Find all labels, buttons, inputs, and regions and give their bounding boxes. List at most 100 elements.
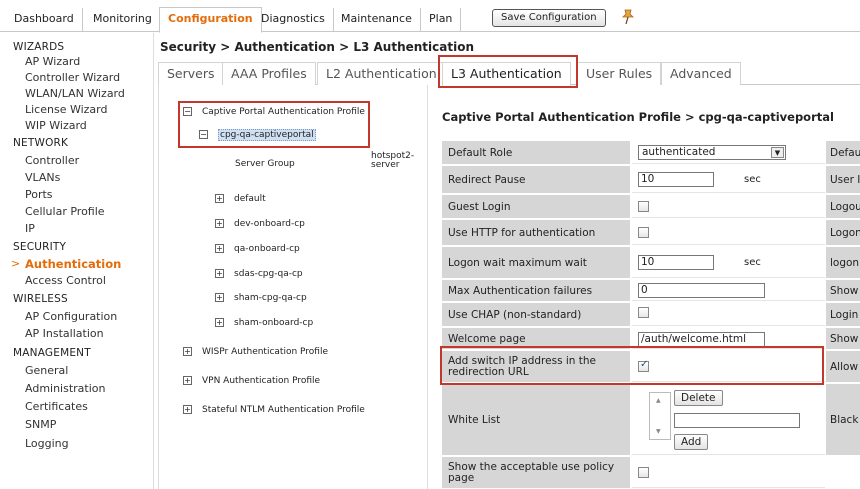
tree-node-default[interactable]: + default: [215, 194, 266, 204]
tab-diagnostics[interactable]: Diagnostics: [253, 8, 334, 32]
row-welcome-page: Welcome page /auth/welcome.html Show: [442, 328, 860, 350]
right-col-label: Black: [826, 384, 860, 455]
label-guest-login: Guest Login: [442, 195, 631, 218]
right-col-label: Logou: [826, 195, 860, 218]
sidebar-item-controller[interactable]: Controller: [25, 154, 79, 167]
sidebar-item-wip-wizard[interactable]: WIP Wizard: [25, 119, 87, 132]
value-cell: [632, 457, 825, 488]
sidebar-item-vlans[interactable]: VLANs: [25, 171, 60, 184]
sidebar-item-authentication[interactable]: Authentication: [25, 257, 121, 271]
expand-icon[interactable]: +: [183, 405, 192, 414]
sidebar-item-ip[interactable]: IP: [25, 222, 35, 235]
use-chap-checkbox[interactable]: [638, 307, 649, 318]
label-redirect-pause: Redirect Pause: [442, 166, 631, 193]
tree-node-dev-onboard-cp[interactable]: + dev-onboard-cp: [215, 219, 305, 229]
tab-l2-authentication[interactable]: L2 Authentication: [317, 62, 446, 85]
sidebar-item-ports[interactable]: Ports: [25, 188, 53, 201]
tab-user-rules[interactable]: User Rules: [577, 62, 662, 85]
welcome-page-input[interactable]: /auth/welcome.html: [638, 332, 765, 347]
sidebar-item-wlan-lan-wizard[interactable]: WLAN/LAN Wizard: [25, 87, 125, 100]
sidebar-item-certificates[interactable]: Certificates: [25, 400, 88, 413]
sidebar-item-administration[interactable]: Administration: [25, 382, 106, 395]
add-switch-ip-checkbox[interactable]: [638, 359, 649, 372]
unit-label: sec: [744, 257, 761, 268]
guest-login-checkbox[interactable]: [638, 201, 649, 212]
tree-node-label: WISPr Authentication Profile: [202, 347, 329, 357]
tab-advanced[interactable]: Advanced: [661, 62, 741, 85]
sidebar-item-logging[interactable]: Logging: [25, 437, 69, 450]
sidebar-header-network: NETWORK: [13, 137, 69, 149]
pin-icon[interactable]: [621, 8, 635, 26]
tab-configuration[interactable]: Configuration: [159, 7, 262, 33]
expand-icon[interactable]: +: [215, 293, 224, 302]
tab-maintenance[interactable]: Maintenance: [333, 8, 421, 32]
tab-plan[interactable]: Plan: [421, 8, 462, 32]
logon-wait-input[interactable]: 10: [638, 255, 714, 270]
tree-node-sham-onboard-cp[interactable]: + sham-onboard-cp: [215, 318, 313, 328]
sidebar-item-ap-installation[interactable]: AP Installation: [25, 327, 104, 340]
unit-label: sec: [744, 174, 761, 185]
tree-node-selected-profile[interactable]: − cpg-qa-captiveportal: [199, 129, 316, 141]
tree-node-label: sham-cpg-qa-cp: [234, 293, 307, 303]
tree-node-sham-cpg-qa-cp[interactable]: + sham-cpg-qa-cp: [215, 293, 307, 303]
tab-monitoring[interactable]: Monitoring: [85, 8, 161, 32]
sidebar-item-ap-configuration[interactable]: AP Configuration: [25, 310, 117, 323]
right-col-label: Show: [826, 328, 860, 349]
row-show-aup: Show the acceptable use policy page: [442, 457, 860, 489]
tree-node-sdas-cpg-qa-cp[interactable]: + sdas-cpg-qa-cp: [215, 269, 303, 279]
expand-icon[interactable]: +: [183, 376, 192, 385]
scroll-up-icon[interactable]: ▲: [656, 397, 661, 404]
chevron-down-icon[interactable]: ▼: [771, 147, 784, 158]
expand-icon[interactable]: +: [215, 269, 224, 278]
collapse-icon[interactable]: −: [199, 130, 208, 139]
right-col-label: Defau: [826, 141, 860, 164]
white-list-listbox[interactable]: ▲ ▼: [649, 392, 671, 440]
delete-button[interactable]: Delete: [674, 390, 723, 406]
sidebar-item-snmp[interactable]: SNMP: [25, 418, 56, 431]
redirect-pause-input[interactable]: 10: [638, 172, 714, 187]
label-logon-wait: Logon wait maximum wait: [442, 247, 631, 278]
tab-l3-authentication[interactable]: L3 Authentication: [442, 62, 571, 86]
sidebar-item-controller-wizard[interactable]: Controller Wizard: [25, 71, 120, 84]
expand-icon[interactable]: +: [215, 194, 224, 203]
save-configuration-button[interactable]: Save Configuration: [492, 9, 606, 27]
server-group-value-line-2: server: [371, 160, 400, 170]
label-use-chap: Use CHAP (non-standard): [442, 303, 631, 326]
show-aup-checkbox[interactable]: [638, 467, 649, 478]
right-col-label: logon thresh: [826, 247, 860, 278]
tab-servers[interactable]: Servers: [158, 62, 224, 85]
scroll-down-icon[interactable]: ▼: [656, 428, 661, 435]
tree-node-label: sham-onboard-cp: [234, 318, 314, 328]
tree-node-ntlm[interactable]: + Stateful NTLM Authentication Profile: [183, 405, 365, 415]
sidebar-item-license-wizard[interactable]: License Wizard: [25, 103, 107, 116]
tab-dashboard[interactable]: Dashboard: [6, 8, 83, 32]
sidebar-item-access-control[interactable]: Access Control: [25, 274, 106, 287]
tree-node-captive-portal[interactable]: − Captive Portal Authentication Profile: [183, 107, 365, 117]
tree-node-label: Stateful NTLM Authentication Profile: [202, 405, 365, 415]
collapse-icon[interactable]: −: [183, 107, 192, 116]
expand-icon[interactable]: +: [183, 347, 192, 356]
max-auth-input[interactable]: 0: [638, 283, 765, 298]
label-white-list: White List: [442, 384, 631, 455]
expand-icon[interactable]: +: [215, 244, 224, 253]
white-list-input[interactable]: [674, 413, 800, 428]
tree-node-vpn[interactable]: + VPN Authentication Profile: [183, 376, 320, 386]
sidebar-item-cellular-profile[interactable]: Cellular Profile: [25, 205, 105, 218]
right-col-label: User I: [826, 166, 860, 193]
row-max-auth: Max Authentication failures 0 Show: [442, 280, 860, 302]
add-button[interactable]: Add: [674, 434, 709, 450]
expand-icon[interactable]: +: [215, 219, 224, 228]
label-add-switch-ip: Add switch IP address in the redirection…: [442, 351, 631, 382]
sidebar-item-ap-wizard[interactable]: AP Wizard: [25, 55, 80, 68]
row-add-switch-ip: Add switch IP address in the redirection…: [442, 351, 860, 383]
sidebar-header-security: SECURITY: [13, 241, 67, 253]
tree-node-qa-onboard-cp[interactable]: + qa-onboard-cp: [215, 244, 300, 254]
sidebar-item-general[interactable]: General: [25, 364, 68, 377]
use-http-checkbox[interactable]: [638, 227, 649, 238]
tree-node-wispr[interactable]: + WISPr Authentication Profile: [183, 347, 328, 357]
tab-aaa-profiles[interactable]: AAA Profiles: [222, 62, 316, 85]
expand-icon[interactable]: +: [215, 318, 224, 327]
server-group-value[interactable]: hotspot2- server: [371, 152, 414, 170]
value-cell: ▲ ▼ Delete Add: [632, 384, 825, 455]
default-role-select[interactable]: authenticated ▼: [638, 145, 786, 160]
